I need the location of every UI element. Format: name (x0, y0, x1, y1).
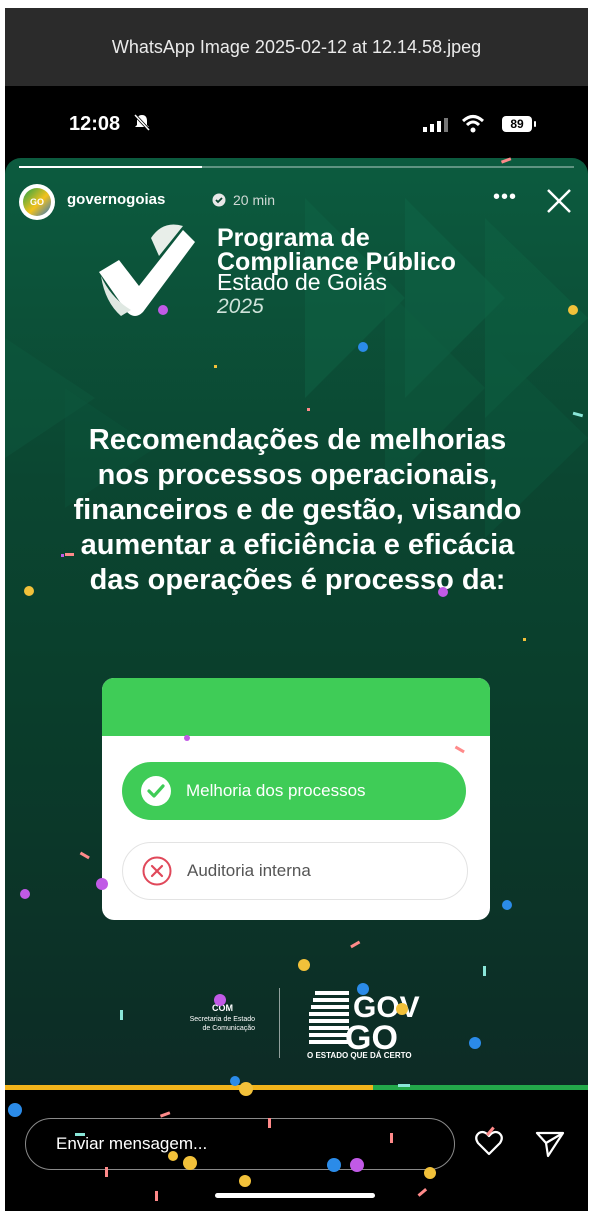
quiz-option-label: Auditoria interna (187, 861, 311, 880)
image-viewer: WhatsApp Image 2025-02-12 at 12.14.58.jp… (5, 8, 588, 1211)
story-progress-fill (19, 166, 203, 168)
quiz-option-label: Melhoria dos processos (186, 781, 366, 800)
reply-bar (5, 1090, 588, 1211)
battery-indicator: 89 (502, 116, 536, 132)
secom-subtitle-line1: Secretaria de Estado (189, 1016, 255, 1023)
signal-icon (423, 118, 449, 137)
story-time-ago: 20 min (233, 192, 276, 208)
check-circle-icon (141, 776, 171, 806)
story-progress-bar (19, 166, 574, 168)
secom-subtitle: Secretaria de Estado de Comunicação (155, 1015, 255, 1033)
secom-subtitle-line2: de Comunicação (202, 1025, 255, 1032)
quiz-header (102, 678, 490, 736)
story-username[interactable]: governogoias (67, 191, 165, 208)
quiz-sticker: Melhoria dos processos Auditoria interna (102, 678, 490, 920)
close-icon[interactable] (542, 184, 576, 218)
program-subtitle: Estado de Goiás (217, 269, 388, 295)
x-circle-icon (142, 856, 172, 886)
gov-slogan: O ESTADO QUE DÁ CERTO (307, 1051, 412, 1060)
home-indicator (215, 1193, 375, 1198)
program-title-line1: Programa de (217, 224, 370, 252)
story-card[interactable]: GO governogoias 20 min ••• Programa de C… (5, 158, 588, 1088)
viewer-title-bar: WhatsApp Image 2025-02-12 at 12.14.58.jp… (5, 8, 588, 86)
quiz-option-wrong[interactable]: Auditoria interna (122, 842, 468, 900)
viewer-title: WhatsApp Image 2025-02-12 at 12.14.58.jp… (111, 36, 482, 57)
compliance-logo-check (99, 224, 195, 316)
wifi-icon (461, 114, 485, 139)
quiz-option-correct[interactable]: Melhoria dos processos (122, 762, 466, 820)
avatar[interactable]: GO (19, 184, 55, 220)
program-year: 2025 (217, 295, 264, 318)
quiz-question: Recomendações de melhorias nos processos… (73, 424, 522, 596)
mute-bell-icon (133, 113, 151, 136)
message-input[interactable] (25, 1118, 455, 1170)
heart-icon[interactable] (475, 1130, 503, 1156)
phone-status-bar: 12:08 89 (5, 86, 588, 164)
footer-logos: COM Secretaria de Estado de Comunicação … (5, 973, 588, 1083)
more-icon[interactable]: ••• (493, 186, 517, 209)
status-time: 12:08 (69, 113, 121, 135)
secom-logo-text: COM (212, 1003, 233, 1013)
send-icon[interactable] (535, 1130, 565, 1158)
program-title: Programa de Compliance Público (217, 224, 456, 275)
logo-divider (279, 988, 280, 1058)
verified-icon (212, 193, 226, 207)
